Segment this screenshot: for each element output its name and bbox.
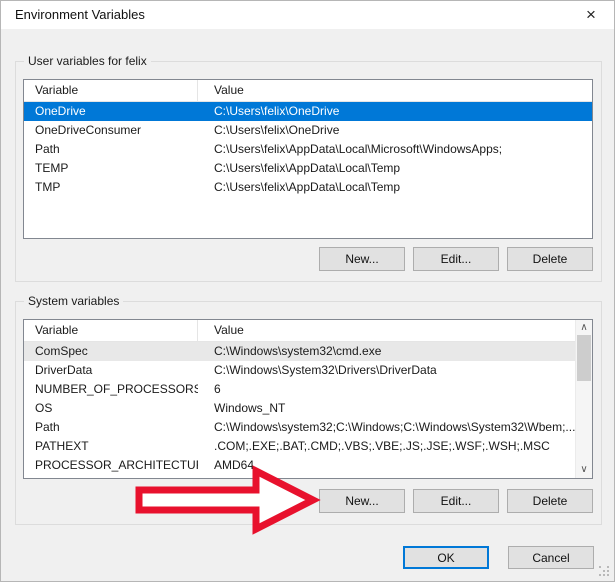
value-cell: AMD64 xyxy=(198,456,575,475)
resize-grip[interactable] xyxy=(599,566,609,576)
window-title: Environment Variables xyxy=(15,1,145,29)
table-row[interactable]: PathC:\Users\felix\AppData\Local\Microso… xyxy=(24,140,592,159)
variable-cell: OS xyxy=(24,399,198,418)
value-cell: .COM;.EXE;.BAT;.CMD;.VBS;.VBE;.JS;.JSE;.… xyxy=(198,437,575,456)
column-header-value[interactable]: Value xyxy=(198,80,592,101)
table-row[interactable]: ComSpecC:\Windows\system32\cmd.exe xyxy=(24,342,592,361)
scroll-up-icon[interactable]: ∧ xyxy=(576,320,592,336)
scroll-down-icon[interactable]: ∨ xyxy=(576,462,592,478)
system-new-button[interactable]: New... xyxy=(319,489,405,513)
ok-button[interactable]: OK xyxy=(403,546,489,569)
title-bar: Environment Variables × xyxy=(1,1,614,29)
user-new-button[interactable]: New... xyxy=(319,247,405,271)
table-row[interactable]: OneDriveConsumerC:\Users\felix\OneDrive xyxy=(24,121,592,140)
variable-cell: Path xyxy=(24,140,198,159)
variable-cell: OneDriveConsumer xyxy=(24,121,198,140)
variable-cell: PATHEXT xyxy=(24,437,198,456)
environment-variables-dialog: Environment Variables × User variables f… xyxy=(0,0,615,582)
table-body: ComSpecC:\Windows\system32\cmd.exeDriver… xyxy=(24,342,592,475)
system-delete-button[interactable]: Delete xyxy=(507,489,593,513)
variable-cell: PROCESSOR_ARCHITECTURE xyxy=(24,456,198,475)
column-header-value[interactable]: Value xyxy=(198,320,575,341)
scrollbar-thumb[interactable] xyxy=(577,335,591,381)
system-variables-table[interactable]: Variable Value ComSpecC:\Windows\system3… xyxy=(23,319,593,479)
value-cell: Windows_NT xyxy=(198,399,575,418)
value-cell: C:\Windows\system32;C:\Windows;C:\Window… xyxy=(198,418,575,437)
value-cell: C:\Users\felix\OneDrive xyxy=(198,121,592,140)
close-icon[interactable]: × xyxy=(574,1,608,29)
variable-cell: TMP xyxy=(24,178,198,197)
value-cell: C:\Users\felix\AppData\Local\Temp xyxy=(198,159,592,178)
table-row[interactable]: TMPC:\Users\felix\AppData\Local\Temp xyxy=(24,178,592,197)
cancel-button[interactable]: Cancel xyxy=(508,546,594,569)
variable-cell: Path xyxy=(24,418,198,437)
table-header: Variable Value xyxy=(24,80,592,102)
variable-cell: NUMBER_OF_PROCESSORS xyxy=(24,380,198,399)
vertical-scrollbar[interactable]: ∧ ∨ xyxy=(575,320,592,478)
variable-cell: DriverData xyxy=(24,361,198,380)
table-row[interactable]: PATHEXT.COM;.EXE;.BAT;.CMD;.VBS;.VBE;.JS… xyxy=(24,437,592,456)
value-cell: C:\Users\felix\OneDrive xyxy=(198,102,592,121)
table-row[interactable]: OneDriveC:\Users\felix\OneDrive xyxy=(24,102,592,121)
table-row[interactable]: NUMBER_OF_PROCESSORS6 xyxy=(24,380,592,399)
user-delete-button[interactable]: Delete xyxy=(507,247,593,271)
variable-cell: TEMP xyxy=(24,159,198,178)
table-header: Variable Value xyxy=(24,320,592,342)
table-body: OneDriveC:\Users\felix\OneDriveOneDriveC… xyxy=(24,102,592,197)
table-row[interactable]: PathC:\Windows\system32;C:\Windows;C:\Wi… xyxy=(24,418,592,437)
system-variables-label: System variables xyxy=(24,294,123,308)
table-row[interactable]: PROCESSOR_ARCHITECTUREAMD64 xyxy=(24,456,592,475)
system-edit-button[interactable]: Edit... xyxy=(413,489,499,513)
table-row[interactable]: TEMPC:\Users\felix\AppData\Local\Temp xyxy=(24,159,592,178)
variable-cell: OneDrive xyxy=(24,102,198,121)
value-cell: 6 xyxy=(198,380,575,399)
variable-cell: ComSpec xyxy=(24,342,198,361)
value-cell: C:\Windows\system32\cmd.exe xyxy=(198,342,575,361)
table-row[interactable]: DriverDataC:\Windows\System32\Drivers\Dr… xyxy=(24,361,592,380)
value-cell: C:\Windows\System32\Drivers\DriverData xyxy=(198,361,575,380)
column-header-variable[interactable]: Variable xyxy=(24,80,198,101)
value-cell: C:\Users\felix\AppData\Local\Microsoft\W… xyxy=(198,140,592,159)
user-variables-label: User variables for felix xyxy=(24,54,151,68)
user-variables-table[interactable]: Variable Value OneDriveC:\Users\felix\On… xyxy=(23,79,593,239)
column-header-variable[interactable]: Variable xyxy=(24,320,198,341)
table-row[interactable]: OSWindows_NT xyxy=(24,399,592,418)
user-edit-button[interactable]: Edit... xyxy=(413,247,499,271)
value-cell: C:\Users\felix\AppData\Local\Temp xyxy=(198,178,592,197)
